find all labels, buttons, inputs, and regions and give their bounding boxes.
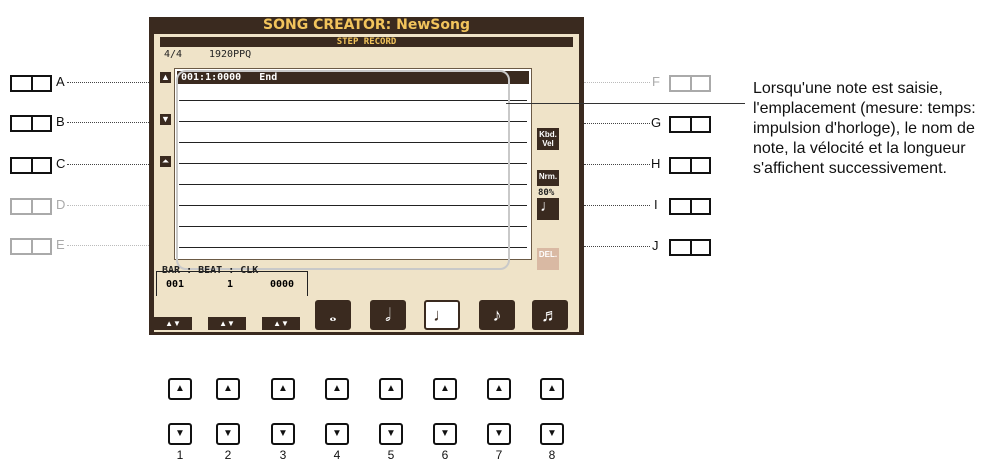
callout-text: Lorsqu'une note est saisie, l'emplacemen… <box>753 80 976 177</box>
up-button-4[interactable]: ▲ <box>325 378 349 400</box>
time-signature: 4/4 <box>164 49 183 60</box>
screen-body: STEP RECORD 4/4 1920PPQ ▲ ▼ ⏶ 001:1:0000… <box>154 34 579 332</box>
up-button-6[interactable]: ▲ <box>433 378 457 400</box>
button-number-3: 3 <box>279 448 287 462</box>
button-b[interactable] <box>10 115 52 132</box>
button-number-7: 7 <box>495 448 503 462</box>
scroll-top-button[interactable]: ⏶ <box>160 156 171 167</box>
label-c: C <box>56 156 66 171</box>
eighth-note-button[interactable]: ♪ <box>479 300 515 330</box>
label-g: G <box>651 115 662 130</box>
button-number-6: 6 <box>441 448 449 462</box>
leader-g <box>584 123 650 124</box>
label-j: J <box>652 238 659 253</box>
button-c[interactable] <box>10 157 52 174</box>
clk-updown-button[interactable]: ▲▼ <box>262 317 300 330</box>
lcd-screen: SONG CREATOR: NewSong STEP RECORD 4/4 19… <box>149 17 584 335</box>
bar-updown-button[interactable]: ▲▼ <box>154 317 192 330</box>
leader-h <box>584 164 650 165</box>
callout-line <box>520 103 745 104</box>
up-button-1[interactable]: ▲ <box>168 378 192 400</box>
label-f: F <box>652 74 660 89</box>
label-d: D <box>56 197 66 212</box>
up-button-7[interactable]: ▲ <box>487 378 511 400</box>
label-e: E <box>56 237 65 252</box>
down-button-2[interactable]: ▼ <box>216 423 240 445</box>
clk-value: 0000 <box>270 279 295 290</box>
label-i: I <box>654 197 658 212</box>
down-button-8[interactable]: ▼ <box>540 423 564 445</box>
leader-d <box>67 205 149 206</box>
up-button-8[interactable]: ▲ <box>540 378 564 400</box>
note-length-icon[interactable]: ♩ <box>537 198 559 220</box>
button-g[interactable] <box>669 116 711 133</box>
kbd-vel-button[interactable]: Kbd. Vel <box>537 128 559 150</box>
leader-b <box>67 122 149 123</box>
button-e[interactable] <box>10 238 52 255</box>
whole-note-button[interactable]: 𝅝 <box>315 300 351 330</box>
button-number-2: 2 <box>224 448 232 462</box>
up-button-2[interactable]: ▲ <box>216 378 240 400</box>
leader-a <box>67 82 149 83</box>
scroll-down-button[interactable]: ▼ <box>160 114 171 125</box>
button-number-1: 1 <box>176 448 184 462</box>
leader-j <box>584 246 650 247</box>
normal-button[interactable]: Nrm. <box>537 170 559 186</box>
down-button-6[interactable]: ▼ <box>433 423 457 445</box>
label-a: A <box>56 74 65 89</box>
scroll-up-button[interactable]: ▲ <box>160 72 171 83</box>
up-button-5[interactable]: ▲ <box>379 378 403 400</box>
button-number-8: 8 <box>548 448 556 462</box>
bar-value: 001 <box>166 279 185 290</box>
button-f[interactable] <box>669 75 711 92</box>
button-d[interactable] <box>10 198 52 215</box>
leader-i <box>584 205 650 206</box>
up-button-3[interactable]: ▲ <box>271 378 295 400</box>
leader-e <box>67 245 149 246</box>
button-number-4: 4 <box>333 448 341 462</box>
quarter-note-button[interactable]: ♩ <box>424 300 460 330</box>
button-i[interactable] <box>669 198 711 215</box>
screen-title: SONG CREATOR: NewSong <box>263 17 470 33</box>
button-j[interactable] <box>669 239 711 256</box>
down-button-4[interactable]: ▼ <box>325 423 349 445</box>
beat-updown-button[interactable]: ▲▼ <box>208 317 246 330</box>
beat-value: 1 <box>227 279 234 290</box>
button-a[interactable] <box>10 75 52 92</box>
gate-percent: 80% <box>538 188 555 198</box>
delete-button[interactable]: DEL. <box>537 248 559 270</box>
down-button-7[interactable]: ▼ <box>487 423 511 445</box>
highlight-frame <box>176 70 510 270</box>
label-b: B <box>56 114 65 129</box>
callout-line-join <box>506 103 520 104</box>
leader-f <box>584 82 650 83</box>
leader-c <box>67 164 149 165</box>
down-button-1[interactable]: ▼ <box>168 423 192 445</box>
down-button-5[interactable]: ▼ <box>379 423 403 445</box>
step-record-header: STEP RECORD <box>160 37 573 47</box>
sixteenth-note-button[interactable]: ♬ <box>532 300 568 330</box>
half-note-button[interactable]: 𝅗𝅥 <box>370 300 406 330</box>
button-number-5: 5 <box>387 448 395 462</box>
button-h[interactable] <box>669 157 711 174</box>
down-button-3[interactable]: ▼ <box>271 423 295 445</box>
resolution: 1920PPQ <box>209 49 252 60</box>
label-h: H <box>651 156 661 171</box>
